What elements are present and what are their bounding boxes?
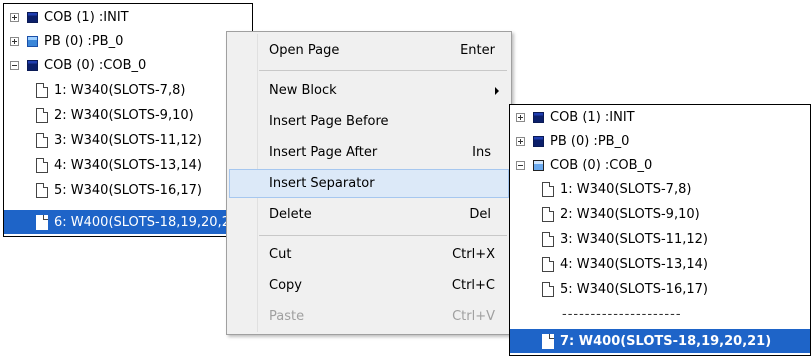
page-icon [542,256,554,272]
pb-block-icon [27,35,38,47]
tree-page-label: 1: W340(SLOTS-7,8) [54,82,186,98]
collapse-icon[interactable] [10,60,19,70]
tree-node-pb[interactable]: PB (0) :PB_0 [510,129,810,153]
tree-separator[interactable]: --------------------- [510,302,810,326]
tree-page-label: 3: W340(SLOTS-11,12) [54,132,202,148]
menu-item-shortcut: Ctrl+C [451,278,495,293]
menu-item-shortcut: Ctrl+X [452,247,495,262]
menu-item-insert-page-before[interactable]: Insert Page Before [229,107,509,136]
page-icon [542,206,554,222]
tree-page-label: 2: W340(SLOTS-9,10) [560,206,700,222]
menu-item-label: New Block [269,83,337,98]
menu-item-cut[interactable]: Cut Ctrl+X [229,240,509,269]
tree-node-pb[interactable]: PB (0) :PB_0 [4,29,252,53]
menu-item-label: Insert Page After [269,145,378,160]
cob-block-icon [27,59,38,71]
tree-page-label: 2: W340(SLOTS-9,10) [54,107,194,123]
tree-page-7-selected[interactable]: 7: W400(SLOTS-18,19,20,21) [510,329,810,353]
tree-page-2[interactable]: 2: W340(SLOTS-9,10) [4,103,252,127]
tree-page-5[interactable]: 5: W340(SLOTS-16,17) [510,277,810,301]
menu-item-label: Copy [269,278,302,293]
page-icon [542,231,554,247]
menu-item-new-block[interactable]: New Block [229,76,509,105]
page-icon [542,181,554,197]
context-menu: Open Page Enter New Block Insert Page Be… [226,31,512,335]
page-icon [36,214,48,230]
tree-page-label: 1: W340(SLOTS-7,8) [560,181,692,197]
cob-block-icon [27,11,38,23]
tree-page-label: 5: W340(SLOTS-16,17) [54,182,202,198]
page-icon [36,82,48,98]
tree-page-3[interactable]: 3: W340(SLOTS-11,12) [510,227,810,251]
cob-block-icon [533,111,544,123]
expand-icon[interactable] [10,12,19,22]
menu-item-label: Insert Separator [269,176,375,191]
page-icon [36,107,48,123]
tree-page-label: 5: W340(SLOTS-16,17) [560,281,708,297]
tree-node-cob-0[interactable]: COB (0) :COB_0 [4,53,252,77]
menu-item-open-page[interactable]: Open Page Enter [229,36,509,65]
page-icon [542,281,554,297]
tree-page-6-selected[interactable]: 6: W400(SLOTS-18,19,20,21) [4,210,252,234]
expand-icon[interactable] [516,136,525,146]
tree-page-4[interactable]: 4: W340(SLOTS-13,14) [4,153,252,177]
expand-icon[interactable] [10,36,19,46]
menu-item-insert-page-after[interactable]: Insert Page After Ins [229,138,509,167]
menu-separator [259,70,507,71]
menu-item-delete[interactable]: Delete Del [229,200,509,229]
tree-node-label: PB (0) :PB_0 [44,33,124,49]
menu-separator [259,235,507,236]
submenu-arrow-icon [495,86,499,95]
menu-item-copy[interactable]: Copy Ctrl+C [229,271,509,300]
cob-block-icon [533,135,544,147]
left-project-tree: COB (1) :INIT PB (0) :PB_0 COB (0) :COB_… [3,3,253,237]
collapse-icon[interactable] [516,160,525,170]
tree-page-1[interactable]: 1: W340(SLOTS-7,8) [510,177,810,201]
separator-label: --------------------- [562,306,682,322]
menu-item-shortcut: Ctrl+V [452,309,495,324]
page-icon [36,132,48,148]
tree-node-label: PB (0) :PB_0 [550,133,630,149]
tree-page-3[interactable]: 3: W340(SLOTS-11,12) [4,128,252,152]
tree-page-1[interactable]: 1: W340(SLOTS-7,8) [4,78,252,102]
menu-item-shortcut: Enter [460,43,495,58]
tree-node-cob-init[interactable]: COB (1) :INIT [4,5,252,29]
page-icon [36,157,48,173]
menu-item-label: Insert Page Before [269,114,389,129]
tree-node-cob-init[interactable]: COB (1) :INIT [510,105,810,129]
expand-icon[interactable] [516,112,525,122]
menu-item-shortcut: Ins [472,145,491,160]
tree-page-label: 6: W400(SLOTS-18,19,20,21) [54,214,244,230]
right-project-tree: COB (1) :INIT PB (0) :PB_0 COB (0) :COB_… [509,104,811,356]
menu-item-label: Paste [269,309,305,324]
tree-node-label: COB (0) :COB_0 [44,57,147,73]
menu-item-insert-separator[interactable]: Insert Separator [229,169,509,198]
menu-item-shortcut: Del [469,207,491,222]
page-icon [542,333,554,349]
tree-node-cob-0[interactable]: COB (0) :COB_0 [510,153,810,177]
tree-page-label: 4: W340(SLOTS-13,14) [54,157,202,173]
tree-page-4[interactable]: 4: W340(SLOTS-13,14) [510,252,810,276]
menu-item-paste: Paste Ctrl+V [229,302,509,331]
tree-page-label: 3: W340(SLOTS-11,12) [560,231,708,247]
page-icon [36,182,48,198]
tree-page-5[interactable]: 5: W340(SLOTS-16,17) [4,178,252,202]
tree-node-label: COB (0) :COB_0 [550,157,653,173]
menu-item-label: Cut [269,247,292,262]
tree-page-label: 7: W400(SLOTS-18,19,20,21) [560,333,772,349]
tree-page-2[interactable]: 2: W340(SLOTS-9,10) [510,202,810,226]
tree-page-label: 4: W340(SLOTS-13,14) [560,256,708,272]
tree-node-label: COB (1) :INIT [550,109,635,125]
menu-item-label: Open Page [269,43,340,58]
tree-node-label: COB (1) :INIT [44,9,129,25]
menu-item-label: Delete [269,207,312,222]
cob-block-open-icon [533,159,544,171]
